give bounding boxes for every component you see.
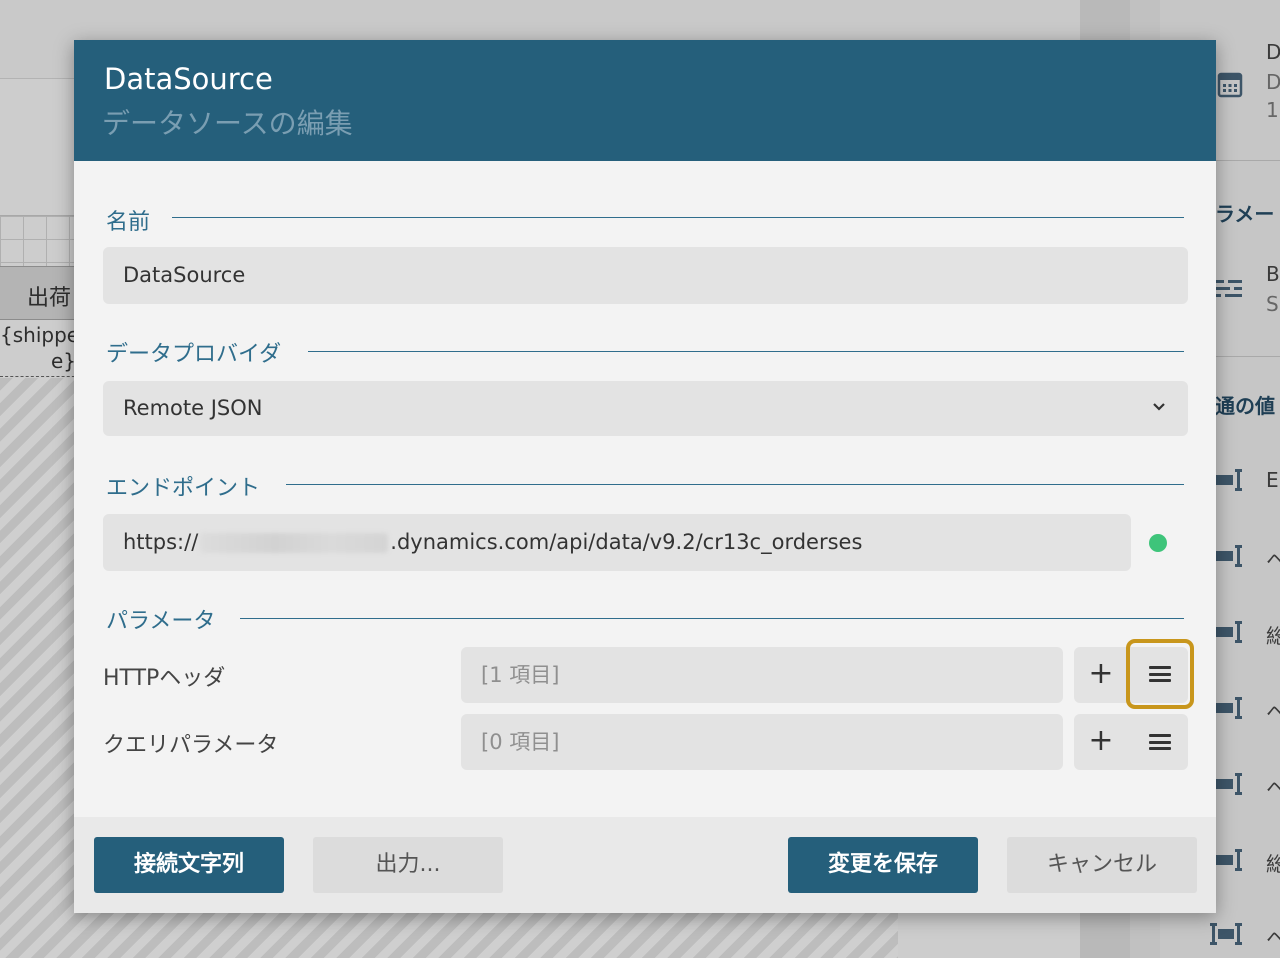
chevron-down-icon	[1153, 403, 1165, 411]
table-header-label: 出荷	[27, 286, 72, 311]
menu-icon	[1149, 666, 1171, 682]
endpoint-section-divider	[286, 484, 1184, 485]
http-headers-field[interactable]: [1 項目]	[461, 647, 1063, 703]
query-params-label: クエリパラメータ	[103, 733, 279, 758]
add-query-param-button[interactable]: +	[1074, 714, 1128, 770]
panel-item-text: E	[1266, 468, 1279, 492]
endpoint-url-suffix: .dynamics.com/api/data/v9.2/cr13c_orders…	[390, 530, 863, 554]
dialog-title: DataSource	[104, 62, 273, 96]
http-headers-actions: +	[1074, 639, 1194, 709]
panel-item-text: ヘ	[1266, 776, 1280, 800]
name-section-label: 名前	[106, 210, 151, 235]
field-icon	[1216, 469, 1242, 491]
provider-section-divider	[308, 351, 1184, 352]
designer-grid	[0, 215, 80, 266]
field-icon	[1216, 621, 1242, 643]
cancel-button[interactable]: キャンセル	[1007, 837, 1197, 893]
dialog-subtitle: データソースの編集	[102, 107, 353, 140]
endpoint-section-label: エンドポイント	[106, 476, 261, 501]
output-button[interactable]: 出力...	[313, 837, 503, 893]
panel-item-text: ヘ	[1266, 548, 1280, 572]
name-section-divider	[172, 217, 1184, 218]
endpoint-url-input[interactable]: https:// .dynamics.com/api/data/v9.2/cr13…	[103, 514, 1131, 571]
field-icon	[1216, 697, 1242, 719]
panel-section-common-values: 通の値	[1215, 394, 1275, 418]
menu-icon	[1148, 734, 1171, 750]
connection-string-button[interactable]: 接続文字列	[94, 837, 284, 893]
http-headers-label: HTTPヘッダ	[103, 666, 226, 691]
edit-http-headers-button[interactable]	[1126, 639, 1194, 709]
dialog-header: DataSource データソースの編集	[74, 40, 1216, 161]
field-icon	[1216, 545, 1242, 567]
query-params-field[interactable]: [0 項目]	[461, 714, 1063, 770]
panel-item-text: 総	[1266, 852, 1280, 876]
provider-select[interactable]: Remote JSON	[103, 381, 1188, 436]
panel-item-text: ヘ	[1266, 700, 1280, 724]
dialog-footer: 接続文字列 出力... 変更を保存 キャンセル	[74, 817, 1216, 913]
provider-section-label: データプロバイダ	[106, 342, 282, 367]
panel-item-text: B	[1266, 262, 1280, 286]
parameters-section-label: パラメータ	[106, 609, 216, 634]
field-icon	[1216, 849, 1242, 871]
panel-separator	[1215, 356, 1280, 357]
field-icon	[1216, 773, 1242, 795]
panel-item-text: 総	[1266, 624, 1280, 648]
name-input[interactable]: DataSource	[103, 247, 1188, 304]
panel-section-parameters: ラメー	[1215, 202, 1275, 226]
panel-separator	[1215, 160, 1280, 161]
datasource-dialog: DataSource データソースの編集 名前 DataSource データプロ…	[74, 40, 1216, 913]
panel-item-text: S	[1266, 292, 1279, 316]
panel-item-text: 1	[1266, 98, 1279, 122]
redacted-host	[200, 533, 389, 553]
parameters-icon	[1216, 280, 1242, 297]
provider-select-value: Remote JSON	[123, 396, 263, 420]
add-http-header-button[interactable]: +	[1074, 647, 1128, 703]
calendar-icon	[1217, 72, 1243, 98]
panel-item-text: D	[1266, 70, 1280, 94]
field-group-icon	[1210, 923, 1242, 945]
parameters-section-divider	[240, 618, 1184, 619]
panel-item-text: ヘ	[1266, 926, 1280, 950]
save-changes-button[interactable]: 変更を保存	[788, 837, 978, 893]
endpoint-url-prefix: https://	[123, 530, 199, 554]
table-field-expression: {shippe e}	[0, 323, 80, 373]
query-params-actions: +	[1074, 714, 1188, 770]
edit-query-params-button[interactable]	[1131, 714, 1188, 770]
panel-item-text: D	[1266, 40, 1280, 64]
connection-status-indicator	[1149, 534, 1167, 552]
